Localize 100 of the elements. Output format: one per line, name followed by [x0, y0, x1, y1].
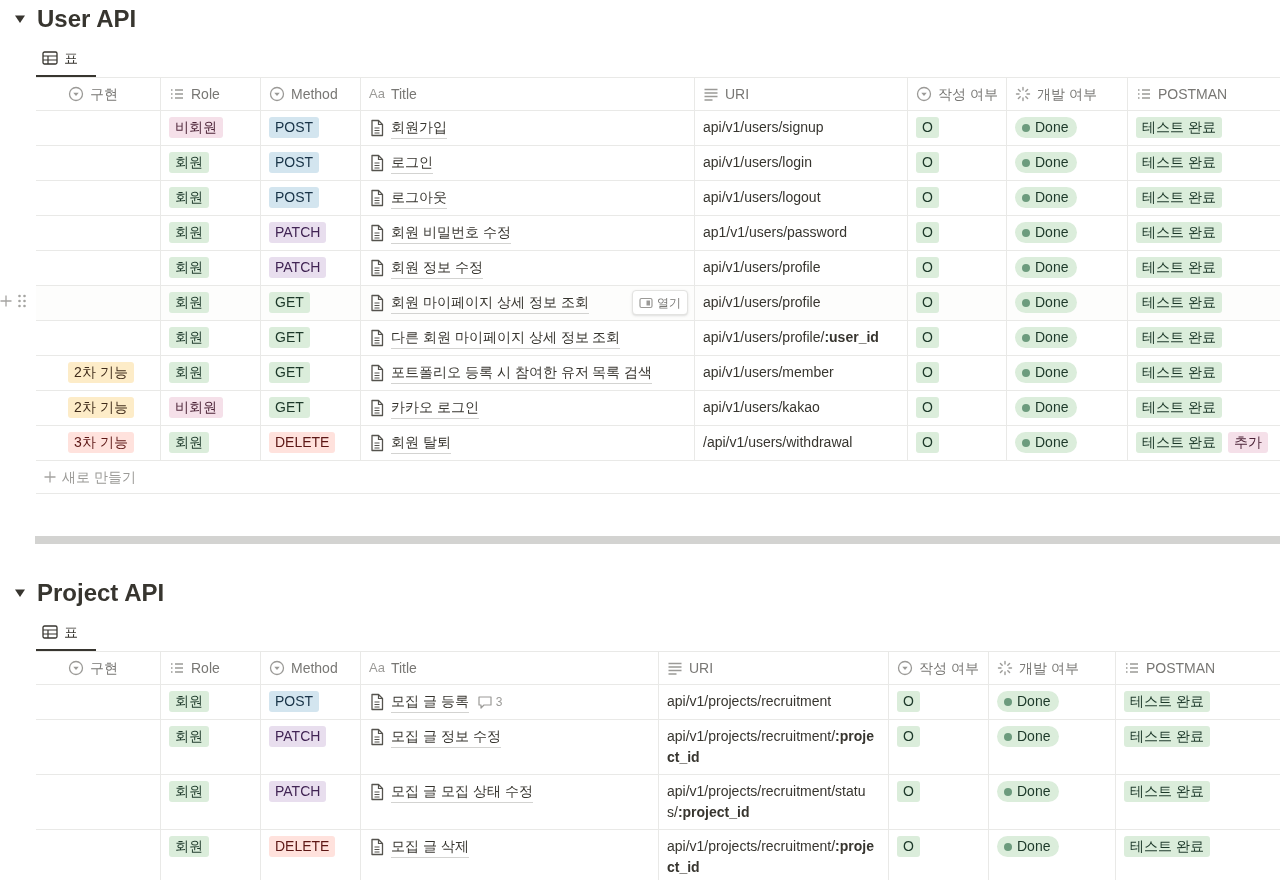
table-row[interactable]: 회원 PATCH 회원 비밀번호 수정 ap1/v1/users/password O Done 테스트 완료 [36, 216, 1280, 251]
page-title-link[interactable]: 모집 글 모집 상태 수정 [391, 781, 533, 803]
table-row[interactable]: 회원 POST 모집 글 등록 3 api/v1/projects/recruitment O Done 테스트 완료 [36, 685, 1280, 720]
page-icon [369, 154, 385, 172]
page-title-link[interactable]: 다른 회원 마이페이지 상세 정보 조회 [391, 327, 621, 349]
column-header[interactable]: Role [160, 652, 260, 684]
page-icon [369, 693, 385, 711]
column-header[interactable]: Role [160, 78, 260, 110]
column-header[interactable]: 작성 여부 [907, 78, 1006, 110]
page-icon [369, 399, 385, 417]
written-tag: O [897, 836, 920, 857]
comment-icon [476, 695, 493, 709]
table-row[interactable]: 2차 기능 회원 GET 포트폴리오 등록 시 참여한 유저 목록 검색 api/v1/users/member O Done 테스트 완료 [36, 356, 1280, 391]
postman-tag: 테스트 완료 [1124, 726, 1210, 747]
written-tag: O [916, 152, 939, 173]
page-title-link[interactable]: 포트폴리오 등록 시 참여한 유저 목록 검색 [391, 362, 653, 384]
page-title-link[interactable]: 카카오 로그인 [391, 397, 479, 419]
column-header[interactable]: 개발 여부 [988, 652, 1115, 684]
table-icon [42, 51, 58, 65]
uri-text: api/v1/users/logout [703, 188, 821, 207]
view-tab[interactable]: 표 [36, 615, 96, 651]
table-row[interactable]: 회원 POST 로그아웃 api/v1/users/logout O Done 테스트 완료 [36, 181, 1280, 216]
column-header[interactable]: 구현 [36, 78, 160, 110]
table-row[interactable]: 3차 기능 회원 DELETE 회원 탈퇴 /api/v1/users/withdrawal O Done 테스트 완료 추가 [36, 426, 1280, 461]
postman-tag: 테스트 완료 [1136, 257, 1222, 278]
page-icon [369, 259, 385, 277]
method-tag: GET [269, 362, 310, 383]
page-title-link[interactable]: 로그인 [391, 152, 433, 174]
postman-tag: 테스트 완료 [1136, 292, 1222, 313]
plus-icon [44, 471, 56, 483]
uri-text: api/v1/users/profile [703, 258, 821, 277]
table-row[interactable]: 2차 기능 비회원 GET 카카오 로그인 api/v1/users/kakao O Done 테스트 완료 [36, 391, 1280, 426]
table-row[interactable]: 회원 POST 로그인 api/v1/users/login O Done 테스트 완료 [36, 146, 1280, 181]
written-tag: O [916, 362, 939, 383]
section-heading: User API [37, 7, 137, 31]
column-header[interactable]: URI [658, 652, 888, 684]
page-title-link[interactable]: 모집 글 등록 [391, 691, 469, 713]
dropdown-icon [269, 86, 285, 102]
uri-text: api/v1/users/profile [703, 293, 821, 312]
postman-tag: 테스트 완료 [1136, 397, 1222, 418]
column-label: 개발 여부 [1019, 658, 1079, 678]
column-header[interactable]: POSTMAN [1115, 652, 1280, 684]
column-header[interactable]: 작성 여부 [888, 652, 988, 684]
role-tag: 회원 [169, 292, 209, 313]
method-tag: GET [269, 327, 310, 348]
postman-tag: 테스트 완료 [1124, 691, 1210, 712]
table-row[interactable]: 비회원 POST 회원가입 api/v1/users/signup O Done 테스트 완료 [36, 111, 1280, 146]
page-icon [369, 783, 385, 801]
page-title-link[interactable]: 모집 글 정보 수정 [391, 726, 501, 748]
status-pill: Done [997, 836, 1060, 857]
column-header[interactable]: POSTMAN [1127, 78, 1280, 110]
page-title-link[interactable]: 회원 정보 수정 [391, 257, 483, 279]
page-title-link[interactable]: 회원 탈퇴 [391, 432, 451, 454]
page-title-link[interactable]: 회원 비밀번호 수정 [391, 222, 511, 244]
method-tag: POST [269, 117, 320, 138]
table-row[interactable]: 회원 GET 다른 회원 마이페이지 상세 정보 조회 api/v1/users/profile/:user_id O Done 테스트 완료 [36, 321, 1280, 356]
page-icon [369, 364, 385, 382]
toggle-triangle-icon[interactable] [14, 13, 26, 25]
uri-text: api/v1/projects/recruitment [667, 692, 832, 711]
drag-handle-icon[interactable] [18, 294, 26, 308]
spinner-icon [997, 660, 1013, 676]
column-header[interactable]: 개발 여부 [1006, 78, 1127, 110]
method-tag: GET [269, 397, 310, 418]
column-header[interactable]: Method [260, 78, 360, 110]
page-title-link[interactable]: 회원 마이페이지 상세 정보 조회 [391, 292, 589, 314]
table-row[interactable]: 회원 PATCH 모집 글 정보 수정 api/v1/projects/recruitment/:project_id O Done 테스트 완료 [36, 720, 1280, 775]
text-lines-icon [667, 660, 683, 676]
role-tag: 회원 [169, 691, 209, 712]
page-title-link[interactable]: 회원가입 [391, 117, 447, 139]
page-title-link[interactable]: 로그아웃 [391, 187, 447, 209]
table-row[interactable]: 회원 PATCH 모집 글 모집 상태 수정 api/v1/projects/recruitment/status/:project_id O Done 테스트 완료 [36, 775, 1280, 830]
role-tag: 비회원 [169, 397, 223, 418]
column-header[interactable]: 구현 [36, 652, 160, 684]
text-lines-icon [703, 86, 719, 102]
status-pill: Done [1015, 222, 1078, 243]
view-tab[interactable]: 표 [36, 41, 96, 77]
table-icon [42, 625, 58, 639]
column-header[interactable]: Aa Title [360, 652, 658, 684]
role-tag: 회원 [169, 836, 209, 857]
uri-text: ap1/v1/users/password [703, 223, 847, 242]
table-row[interactable]: 회원 PATCH 회원 정보 수정 api/v1/users/profile O Done 테스트 완료 [36, 251, 1280, 286]
page-icon [369, 329, 385, 347]
postman-tag: 테스트 완료 [1136, 222, 1222, 243]
column-header[interactable]: URI [694, 78, 907, 110]
status-pill: Done [1015, 257, 1078, 278]
column-header[interactable]: Aa Title [360, 78, 694, 110]
postman-tag: 테스트 완료 [1136, 117, 1222, 138]
role-tag: 회원 [169, 362, 209, 383]
dropdown-icon [897, 660, 913, 676]
stage-tag: 3차 기능 [68, 432, 134, 453]
uri-text: api/v1/projects/recruitment/status/:project_id [667, 782, 867, 822]
uri-text: api/v1/users/login [703, 153, 812, 172]
open-button[interactable]: 열기 [632, 290, 688, 315]
dropdown-icon [269, 660, 285, 676]
toggle-triangle-icon[interactable] [14, 587, 26, 599]
column-header[interactable]: Method [260, 652, 360, 684]
role-tag: 회원 [169, 187, 209, 208]
page-title-link[interactable]: 모집 글 삭제 [391, 836, 469, 858]
column-label: 작성 여부 [919, 658, 979, 678]
method-tag: GET [269, 292, 310, 313]
